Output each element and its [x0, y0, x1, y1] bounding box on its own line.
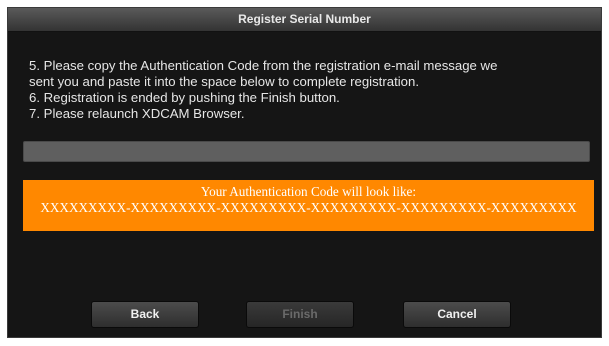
- instruction-step-6: 6. Registration is ended by pushing the …: [29, 90, 340, 105]
- instruction-step-5-line-1: 5. Please copy the Authentication Code f…: [29, 58, 498, 73]
- instruction-step-5-line-2: sent you and paste it into the space bel…: [29, 74, 419, 89]
- authentication-code-hint: Your Authentication Code will look like:…: [23, 180, 594, 231]
- dialog-title: Register Serial Number: [8, 8, 601, 32]
- authentication-code-input[interactable]: [23, 141, 590, 162]
- back-button[interactable]: Back: [91, 301, 199, 328]
- instructions-text: 5. Please copy the Authentication Code f…: [29, 58, 589, 122]
- code-hint-heading: Your Authentication Code will look like:: [200, 184, 417, 199]
- code-hint-example: XXXXXXXXX-XXXXXXXXX-XXXXXXXXX-XXXXXXXXX-…: [40, 200, 577, 215]
- instruction-step-7: 7. Please relaunch XDCAM Browser.: [29, 106, 245, 121]
- cancel-button[interactable]: Cancel: [403, 301, 511, 328]
- finish-button[interactable]: Finish: [246, 301, 354, 328]
- register-serial-dialog: Register Serial Number 5. Please copy th…: [7, 7, 602, 338]
